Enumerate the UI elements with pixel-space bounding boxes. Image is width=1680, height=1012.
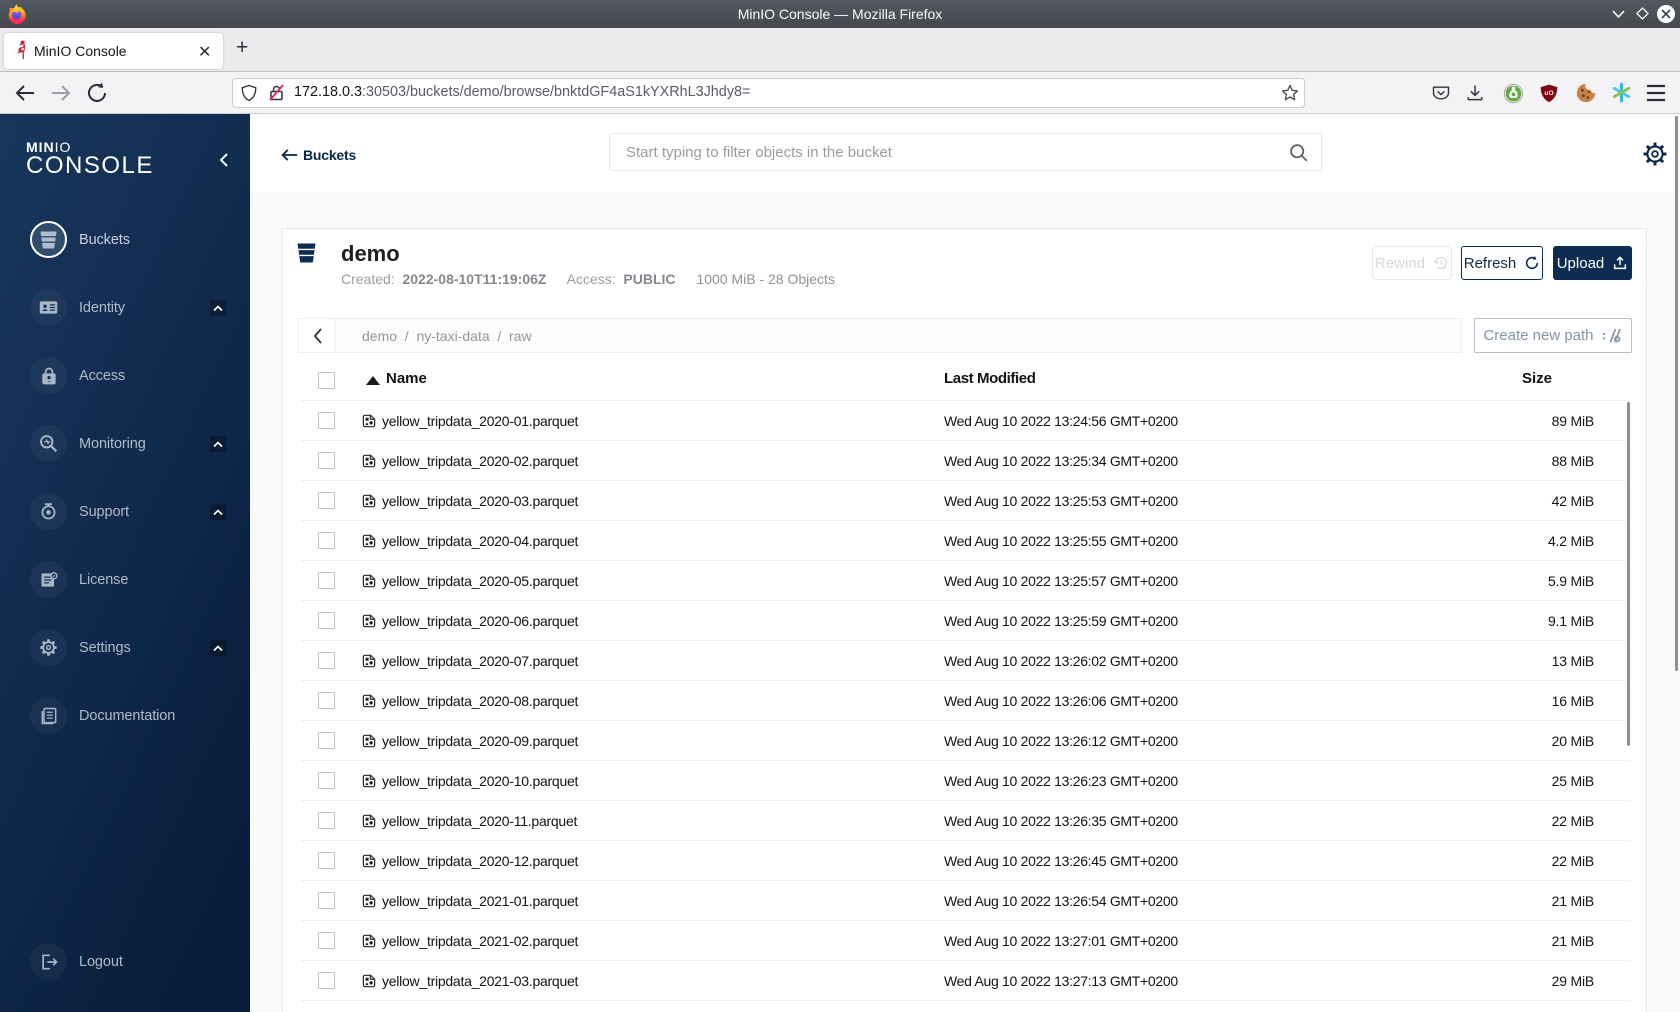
svg-text:uO: uO [1544, 90, 1553, 97]
